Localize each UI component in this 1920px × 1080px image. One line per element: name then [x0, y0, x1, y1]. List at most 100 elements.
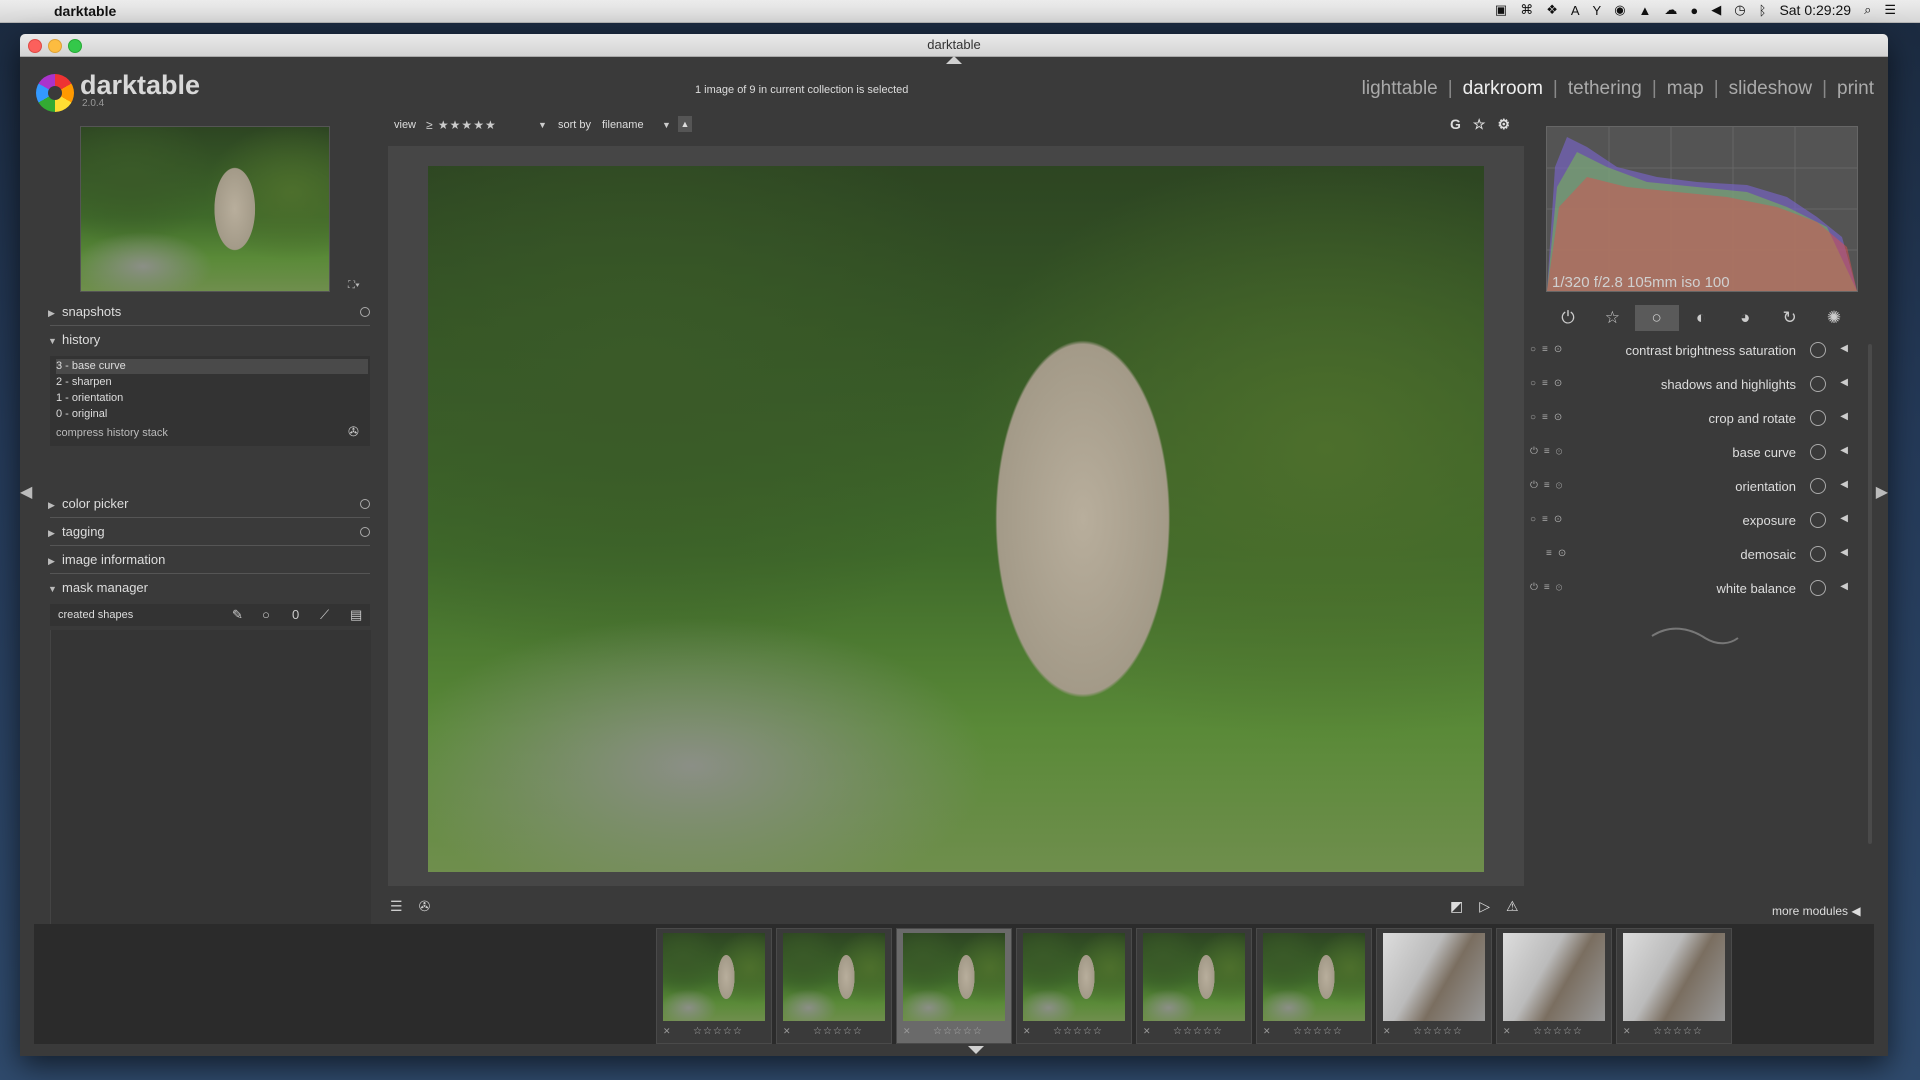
filmstrip-thumbnail[interactable]: ✕ ☆☆☆☆☆ — [656, 928, 772, 1044]
cloud-icon[interactable]: ☁ — [1664, 2, 1677, 18]
more-modules-button[interactable]: more modules ◀ — [1772, 904, 1861, 918]
overlays-star-icon[interactable]: ☆ — [1473, 116, 1486, 133]
filmstrip-thumbnail[interactable]: ✕ ☆☆☆☆☆ — [1616, 928, 1732, 1044]
rating-dropdown-icon[interactable]: ▼ — [538, 120, 547, 130]
brush-tool-icon[interactable]: ⟋ — [320, 607, 329, 623]
histogram[interactable] — [1546, 126, 1858, 292]
image-information-module[interactable]: ▶ image information — [40, 548, 370, 572]
reject-icon[interactable]: ✕ — [1263, 1026, 1271, 1037]
reject-icon[interactable]: ✕ — [1023, 1026, 1031, 1037]
menubar-app-name[interactable]: darktable — [54, 3, 116, 19]
module-row[interactable]: ○≡⊙ contrast brightness saturation ◀ — [1530, 334, 1852, 368]
thumbnail-rating[interactable]: ☆☆☆☆☆ — [693, 1026, 743, 1037]
view-lighttable[interactable]: lighttable — [1362, 78, 1438, 100]
time-machine-icon[interactable]: ◷ — [1734, 2, 1745, 18]
thumbnail-rating[interactable]: ☆☆☆☆☆ — [1173, 1026, 1223, 1037]
color-picker-reset-icon[interactable] — [360, 499, 370, 509]
color-picker-module[interactable]: ▶ color picker — [40, 492, 370, 516]
thumbnail-rating[interactable]: ☆☆☆☆☆ — [1533, 1026, 1583, 1037]
module-controls-icon[interactable]: ⏻≡⊙ — [1530, 446, 1568, 457]
module-expand-arrow-icon[interactable]: ◀ — [1840, 547, 1848, 558]
grammarly-icon[interactable]: ● — [1690, 3, 1698, 18]
sort-order-button[interactable]: ▲ — [678, 116, 692, 132]
tagging-reset-icon[interactable] — [360, 527, 370, 537]
filmstrip-thumbnail[interactable]: ✕ ☆☆☆☆☆ — [1256, 928, 1372, 1044]
effect-group-icon[interactable]: ✺ — [1812, 305, 1856, 331]
navigation-thumbnail[interactable] — [80, 126, 330, 292]
soft-proof-icon[interactable]: ▷ — [1479, 898, 1490, 915]
module-expand-arrow-icon[interactable]: ◀ — [1840, 343, 1848, 354]
module-expand-arrow-icon[interactable]: ◀ — [1840, 377, 1848, 388]
history-item[interactable]: 1 - orientation — [56, 392, 123, 404]
module-row[interactable]: ○≡⊙ shadows and highlights ◀ — [1530, 368, 1852, 402]
view-tethering[interactable]: tethering — [1568, 78, 1642, 100]
view-print[interactable]: print — [1837, 78, 1874, 100]
thumbnail-rating[interactable]: ☆☆☆☆☆ — [1413, 1026, 1463, 1037]
menubar-clock[interactable]: Sat 0:29:29 — [1779, 2, 1851, 18]
history-module[interactable]: ▼ history — [40, 328, 370, 352]
rating-filter[interactable]: ≥ ★★★★★ — [426, 118, 497, 132]
volume-icon[interactable]: ◀ — [1711, 2, 1721, 18]
history-item[interactable]: 2 - sharpen — [56, 376, 112, 388]
reject-icon[interactable]: ✕ — [903, 1026, 911, 1037]
font-icon[interactable]: A — [1571, 3, 1580, 18]
module-controls-icon[interactable]: ⏻≡⊙ — [1530, 480, 1568, 491]
thumbnail-rating[interactable]: ☆☆☆☆☆ — [1653, 1026, 1703, 1037]
module-controls-icon[interactable]: ○≡⊙ — [1530, 378, 1568, 389]
maximize-window-button[interactable] — [68, 39, 82, 53]
ellipse-tool-icon[interactable]: 0 — [292, 607, 299, 622]
right-panel-scrollbar[interactable] — [1868, 344, 1872, 844]
circle-tool-icon[interactable]: ○ — [262, 607, 270, 622]
filmstrip-thumbnail[interactable]: ✕ ☆☆☆☆☆ — [1016, 928, 1132, 1044]
history-item[interactable]: 0 - original — [56, 408, 107, 420]
reject-icon[interactable]: ✕ — [663, 1026, 671, 1037]
thumbnail-rating[interactable]: ☆☆☆☆☆ — [1053, 1026, 1103, 1037]
grouping-button[interactable]: G — [1450, 116, 1461, 133]
snapshots-reset-icon[interactable] — [360, 307, 370, 317]
mask-manager-module[interactable]: ▼ mask manager — [40, 576, 370, 600]
favorites-star-icon[interactable]: ☆ — [1590, 305, 1634, 331]
collapse-right-panel-arrow-icon[interactable]: ▶ — [1876, 482, 1888, 502]
bluetooth-icon[interactable]: ᛒ — [1759, 3, 1767, 18]
module-expand-arrow-icon[interactable]: ◀ — [1840, 445, 1848, 456]
active-modules-power-icon[interactable]: ⏻ — [1546, 305, 1590, 331]
reject-icon[interactable]: ✕ — [1503, 1026, 1511, 1037]
view-darkroom[interactable]: darkroom — [1463, 78, 1543, 100]
module-controls-icon[interactable]: ○≡⊙ — [1530, 344, 1568, 355]
path-tool-icon[interactable]: ✎ — [232, 607, 243, 623]
camera-icon[interactable]: ▣ — [1495, 2, 1507, 18]
collapse-filmstrip-arrow-icon[interactable] — [968, 1046, 984, 1054]
module-controls-icon[interactable]: ○≡⊙ — [1530, 514, 1568, 525]
snapshots-module[interactable]: ▶ snapshots — [40, 300, 370, 324]
gradient-tool-icon[interactable]: ▤ — [350, 607, 362, 623]
thumbnail-rating[interactable]: ☆☆☆☆☆ — [813, 1026, 863, 1037]
module-row[interactable]: ⏻≡⊙ white balance ◀ — [1530, 572, 1852, 606]
filmstrip-thumbnail[interactable]: ✕ ☆☆☆☆☆ — [776, 928, 892, 1044]
module-row[interactable]: ⏻≡⊙ orientation ◀ — [1530, 470, 1852, 504]
module-expand-arrow-icon[interactable]: ◀ — [1840, 411, 1848, 422]
main-image[interactable] — [428, 166, 1484, 872]
module-row[interactable]: ○≡⊙ exposure ◀ — [1530, 504, 1852, 538]
reject-icon[interactable]: ✕ — [783, 1026, 791, 1037]
filmstrip-thumbnail[interactable]: ✕ ☆☆☆☆☆ — [1136, 928, 1252, 1044]
gamut-check-icon[interactable]: ⚠ — [1506, 898, 1519, 915]
correct-group-icon[interactable]: ↻ — [1768, 305, 1812, 331]
keyboard-icon[interactable]: ⌘ — [1520, 2, 1533, 18]
raw-overexposed-icon[interactable]: ◩ — [1450, 898, 1463, 915]
create-style-icon[interactable]: ✇ — [348, 424, 359, 440]
compress-history-button[interactable]: compress history stack — [56, 427, 168, 439]
module-row[interactable]: ○≡⊙ crop and rotate ◀ — [1530, 402, 1852, 436]
module-controls-icon[interactable]: ≡⊙ — [1546, 548, 1572, 559]
sort-by-select[interactable]: filename — [602, 119, 644, 131]
fork-icon[interactable]: Y — [1593, 3, 1602, 18]
color-group-icon[interactable]: ◕ — [1723, 305, 1767, 331]
sort-dropdown-icon[interactable]: ▼ — [662, 120, 671, 130]
module-expand-arrow-icon[interactable]: ◀ — [1840, 479, 1848, 490]
dropbox-icon[interactable]: ❖ — [1546, 2, 1558, 18]
view-slideshow[interactable]: slideshow — [1729, 78, 1812, 100]
filmstrip-thumbnail[interactable]: ✕ ☆☆☆☆☆ — [1496, 928, 1612, 1044]
thumbnail-rating[interactable]: ☆☆☆☆☆ — [933, 1026, 983, 1037]
module-expand-arrow-icon[interactable]: ◀ — [1840, 513, 1848, 524]
close-window-button[interactable] — [28, 39, 42, 53]
zoom-fit-icon[interactable]: ⛶▾ — [348, 280, 360, 291]
